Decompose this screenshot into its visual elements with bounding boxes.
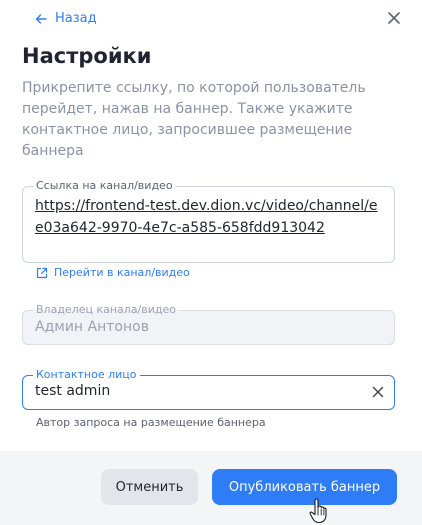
url-field[interactable]: Ссылка на канал/видео https://frontend-t… (22, 179, 395, 263)
owner-field: Владелец канала/видео Админ Антонов (22, 303, 395, 345)
clear-icon[interactable] (372, 386, 384, 398)
url-field-label: Ссылка на канал/видео (33, 179, 176, 193)
close-icon[interactable] (385, 9, 403, 27)
arrow-left-icon (35, 13, 47, 24)
url-field-value[interactable]: https://frontend-test.dev.dion.vc/video/… (35, 195, 380, 239)
contact-field-label: Контактное лицо (33, 368, 140, 382)
back-link[interactable]: Назад (35, 11, 97, 26)
page-title: Настройки (22, 44, 152, 68)
contact-field[interactable]: Контактное лицо (22, 368, 395, 410)
owner-field-label: Владелец канала/видео (33, 303, 180, 317)
cancel-button[interactable]: Отменить (101, 469, 198, 505)
settings-description: Прикрепите ссылку, по которой пользовате… (22, 80, 366, 159)
contact-input[interactable] (35, 383, 355, 399)
publish-button[interactable]: Опубликовать баннер (212, 469, 397, 505)
dialog-header: Назад (0, 0, 422, 40)
open-channel-label: Перейти в канал/видео (54, 266, 190, 279)
open-channel-link[interactable]: Перейти в канал/видео (36, 266, 190, 279)
owner-field-value: Админ Антонов (35, 319, 149, 335)
dialog-footer: Отменить Опубликовать баннер (0, 451, 422, 525)
back-label: Назад (55, 11, 97, 26)
hand-cursor-icon (309, 498, 327, 524)
contact-helper-text: Автор запроса на размещение баннера (36, 416, 266, 429)
external-link-icon (36, 267, 48, 278)
